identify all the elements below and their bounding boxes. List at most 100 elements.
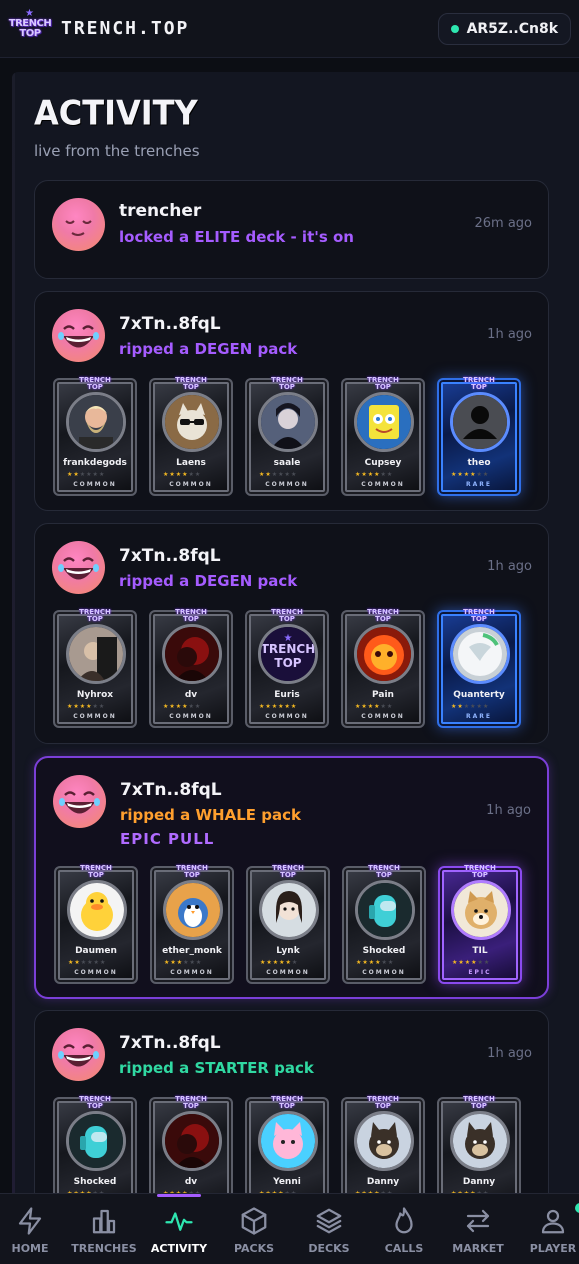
activity-timestamp: 1h ago <box>487 1046 532 1061</box>
player-card[interactable]: TRENCH TOP Daumen ★★★★★★ COMMON <box>54 865 138 984</box>
wallet-status-dot <box>450 24 459 33</box>
card-portrait <box>66 624 126 684</box>
card-star-rating: ★★★★★★ <box>163 471 202 478</box>
nav-player[interactable]: PLAYER <box>517 1194 579 1264</box>
laughing-face-icon[interactable] <box>53 775 106 828</box>
card-portrait <box>451 880 511 940</box>
page-title: ACTIVITY <box>34 93 198 133</box>
player-card[interactable]: TRENCH TOP theo ★★★★★★ RARE <box>437 376 521 496</box>
player-card[interactable]: TRENCHTOPDanny★★★★★★ <box>437 1095 521 1197</box>
card-player-name: Quanterty <box>453 690 505 700</box>
activity-card[interactable]: trencher locked a ELITE deck - it's on 26m… <box>34 180 549 279</box>
nav-trenches[interactable]: TRENCHES <box>68 1194 140 1264</box>
card-portrait <box>162 392 222 452</box>
page-subtitle: live from the trenches <box>34 142 200 160</box>
player-card[interactable]: TRENCH TOP Lynk ★★★★★★ COMMON <box>246 865 330 984</box>
card-star-rating: ★★★★★★ <box>260 959 299 966</box>
card-rarity: COMMON <box>169 481 213 488</box>
nav-packs[interactable]: PACKS <box>218 1194 290 1264</box>
activity-panel: ACTIVITY live from the trenches trencher… <box>12 72 579 1197</box>
nav-activity[interactable]: ACTIVITY <box>143 1194 215 1264</box>
card-logo-badge: TRENCH TOP <box>79 1095 111 1110</box>
activity-timestamp: 26m ago <box>474 216 532 231</box>
player-card[interactable]: TRENCHTOPYenni★★★★★★ <box>245 1096 329 1197</box>
card-star-rating: ★★★★★★ <box>356 959 395 966</box>
card-rarity: COMMON <box>74 969 118 976</box>
player-card[interactable]: TRENCH TOP saale ★★★★★★ COMMON <box>245 377 329 496</box>
card-star-rating: ★★★★★★ <box>164 959 203 966</box>
brand-name[interactable]: TRENCH.TOP <box>61 18 189 39</box>
activity-username[interactable]: 7xTn..8fqL <box>119 546 221 566</box>
player-card[interactable]: TRENCH TOP Laens ★★★★★★ COMMON <box>149 377 233 496</box>
pulled-cards-row: TRENCH TOP Daumen ★★★★★★ COMMON TRENCH TOP ethe… <box>54 865 534 984</box>
player-card[interactable]: TRENCH TOP TIL ★★★★★★ EPIC <box>438 865 522 984</box>
nav-label: HOME <box>11 1242 49 1255</box>
activity-action: ripped a DEGEN pack <box>119 340 298 358</box>
card-portrait <box>67 880 127 940</box>
player-card[interactable]: TRENCH TOP frankdegods ★★★★★★ COMMON <box>53 377 137 496</box>
nav-calls[interactable]: CALLS <box>368 1194 440 1264</box>
bottom-nav: HOME TRENCHES ACTIVITY PACKS DECKS CALLS MARKE… <box>0 1193 579 1264</box>
card-player-name: Danny <box>462 1177 496 1187</box>
player-card[interactable]: TRENCH TOP Nyhrox ★★★★★★ COMMON <box>53 608 137 728</box>
laughing-face-icon[interactable] <box>52 541 105 594</box>
activity-username[interactable]: 7xTn..8fqL <box>119 314 221 334</box>
player-card[interactable]: TRENCH TOP Quanterty ★★★★★★ RARE <box>437 609 521 728</box>
nav-market[interactable]: MARKET <box>442 1194 514 1264</box>
card-portrait <box>66 1111 126 1171</box>
card-logo-badge: TRENCH TOP <box>79 608 111 623</box>
activity-card[interactable]: 7xTn..8fqL ripped a DEGEN pack 1h ago TRENC… <box>34 523 549 744</box>
trench-logo[interactable]: ★ TRENCH TOP <box>9 8 52 49</box>
svg-text:TOP: TOP <box>274 656 301 670</box>
card-logo-badge: TRENCH TOP <box>463 1095 495 1110</box>
player-card[interactable]: TRENCH TOP TRENCH TOP ★ Euris ★★★★★★ COMMON <box>245 609 329 728</box>
player-card[interactable]: TRENCH TOP ether_monk ★★★★★★ COMMON <box>150 865 234 984</box>
card-portrait <box>162 624 222 684</box>
sleeping-face-icon[interactable] <box>52 198 105 251</box>
card-player-name: ether_monk <box>162 946 222 956</box>
card-portrait <box>354 392 414 452</box>
activity-username[interactable]: 7xTn..8fqL <box>120 780 222 800</box>
card-player-name: saale <box>273 458 301 468</box>
pulled-cards-row: TRENCHTOPShocked★★★★★★TRENCHTOPdv★★★★★★T… <box>53 1095 533 1197</box>
player-card[interactable]: TRENCHTOPDanny★★★★★★ <box>341 1096 425 1197</box>
card-logo-badge: TRENCH TOP <box>367 608 399 623</box>
card-player-name: Cupsey <box>364 458 402 468</box>
card-portrait <box>258 1111 318 1171</box>
activity-timestamp: 1h ago <box>487 327 532 342</box>
laughing-face-icon[interactable] <box>52 1028 105 1081</box>
bar-chart-icon <box>89 1206 119 1236</box>
player-card[interactable]: TRENCHTOPShocked★★★★★★ <box>53 1095 137 1197</box>
card-player-name: dv <box>184 1177 198 1187</box>
activity-card[interactable]: 7xTn..8fqL ripped a DEGEN pack 1h ago TRENC… <box>34 291 549 511</box>
laughing-face-icon[interactable] <box>52 309 105 362</box>
player-card[interactable]: TRENCHTOPdv★★★★★★ <box>149 1096 233 1197</box>
card-portrait <box>66 392 126 452</box>
wallet-button[interactable]: AR5Z..Cn8k <box>437 12 571 45</box>
card-star-rating: ★★★★★★ <box>67 471 106 478</box>
card-player-name: Shocked <box>73 1177 117 1187</box>
card-player-name: Danny <box>366 1177 400 1187</box>
card-rarity: COMMON <box>73 481 117 488</box>
card-logo-badge: TRENCH TOP <box>463 376 495 391</box>
player-card[interactable]: TRENCH TOP Pain ★★★★★★ COMMON <box>341 608 425 728</box>
activity-username[interactable]: 7xTn..8fqL <box>119 1033 221 1053</box>
nav-label: CALLS <box>384 1242 424 1255</box>
card-logo-badge: TRENCH TOP <box>175 608 207 623</box>
card-portrait <box>162 1111 222 1171</box>
card-portrait <box>259 880 319 940</box>
activity-card[interactable]: 7xTn..8fqL ripped a STARTER pack 1h ago TRE… <box>34 1010 549 1197</box>
nav-decks[interactable]: DECKS <box>293 1194 365 1264</box>
card-star-rating: ★★★★★★ <box>259 703 298 710</box>
activity-timestamp: 1h ago <box>487 559 532 574</box>
card-rarity: COMMON <box>361 481 405 488</box>
activity-username[interactable]: trencher <box>119 201 201 221</box>
player-card[interactable]: TRENCH TOP Cupsey ★★★★★★ COMMON <box>341 377 425 496</box>
card-portrait: TRENCH TOP ★ <box>258 624 318 684</box>
nav-home[interactable]: HOME <box>0 1194 66 1264</box>
activity-action: ripped a WHALE pack <box>120 806 301 824</box>
player-card[interactable]: TRENCH TOP dv ★★★★★★ COMMON <box>149 608 233 728</box>
player-card[interactable]: TRENCH TOP Shocked ★★★★★★ COMMON <box>342 865 426 984</box>
activity-card[interactable]: 7xTn..8fqL ripped a WHALE pack EPIC PULL 1h… <box>34 756 549 999</box>
nav-label: TRENCHES <box>71 1242 137 1255</box>
